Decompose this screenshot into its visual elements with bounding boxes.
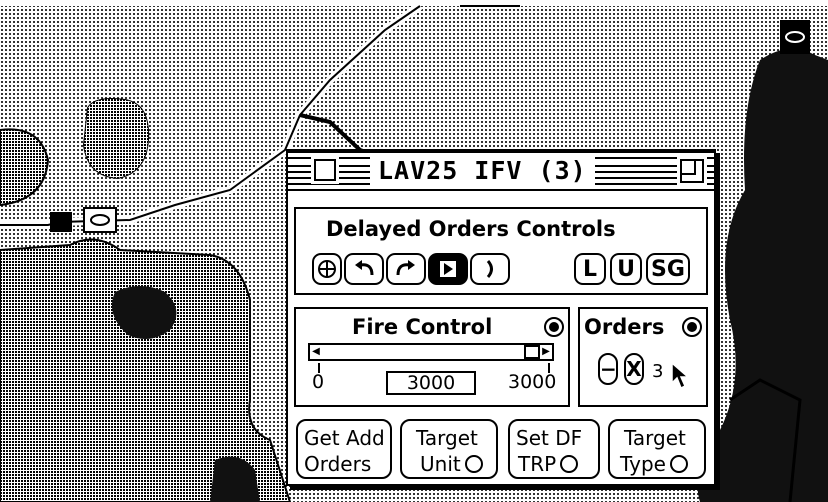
target-unit-button[interactable]: Target Unit — [400, 419, 498, 479]
slider-left-arrow[interactable]: ◀ — [310, 345, 322, 359]
target-type-line2: Type — [620, 452, 666, 476]
close-box[interactable] — [314, 159, 336, 181]
undo-icon[interactable] — [344, 253, 384, 285]
target-unit-radio[interactable] — [464, 455, 483, 473]
orders-panel: Orders − X 3 — [578, 307, 708, 407]
orders-x-button[interactable]: X — [624, 353, 644, 385]
window-title: LAV25 IFV (3) — [370, 155, 595, 187]
title-bar[interactable]: LAV25 IFV (3) — [288, 151, 714, 191]
unit-window: LAV25 IFV (3) Delayed Orders Controls L … — [286, 149, 716, 486]
zoom-box[interactable] — [680, 159, 704, 183]
redo-icon[interactable] — [386, 253, 426, 285]
target-type-line1: Target — [624, 426, 686, 450]
slider-right-arrow[interactable]: ▶ — [540, 345, 552, 359]
rotate-icon[interactable] — [312, 253, 342, 285]
get-add-orders-line1: Get Add — [304, 426, 385, 450]
set-df-trp-line1: Set DF — [516, 426, 583, 450]
enemy-unit-marker[interactable] — [780, 20, 810, 54]
sg-button[interactable]: SG — [646, 253, 690, 285]
get-add-orders-line2: Orders — [304, 452, 372, 476]
orders-radio[interactable] — [682, 317, 702, 337]
slider-min-label: 0 — [312, 371, 325, 393]
range-slider[interactable]: ◀ ▶ — [308, 343, 554, 361]
slider-thumb[interactable] — [524, 345, 540, 359]
slider-max-label: 3000 — [508, 371, 557, 393]
orders-title: Orders — [584, 315, 665, 339]
cursor-arrow-icon — [671, 361, 690, 390]
fire-control-radio[interactable] — [544, 317, 564, 337]
u-button[interactable]: U — [610, 253, 642, 285]
range-value-field[interactable]: 3000 — [386, 371, 476, 395]
forest-right — [697, 48, 828, 502]
fire-control-title: Fire Control — [352, 315, 493, 339]
orders-minus-button[interactable]: − — [598, 353, 618, 385]
target-type-button[interactable]: Target Type — [608, 419, 706, 479]
set-df-trp-button[interactable]: Set DF TRP — [508, 419, 600, 479]
delayed-orders-title: Delayed Orders Controls — [326, 217, 616, 241]
unit-marker[interactable] — [83, 207, 117, 233]
l-button[interactable]: L — [574, 253, 606, 285]
play-icon[interactable] — [428, 253, 468, 285]
fire-control-panel: Fire Control ◀ ▶ 0 3000 3000 — [294, 307, 570, 407]
set-df-trp-line2: TRP — [518, 452, 557, 476]
orders-count: 3 — [652, 361, 664, 382]
end-icon[interactable] — [470, 253, 510, 285]
target-unit-line2: Unit — [420, 452, 461, 476]
target-unit-line1: Target — [416, 426, 478, 450]
get-add-orders-button[interactable]: Get Add Orders — [296, 419, 392, 479]
target-type-radio[interactable] — [669, 455, 688, 473]
set-df-trp-radio[interactable] — [560, 455, 579, 473]
delayed-orders-panel: Delayed Orders Controls L U SG — [294, 207, 708, 295]
